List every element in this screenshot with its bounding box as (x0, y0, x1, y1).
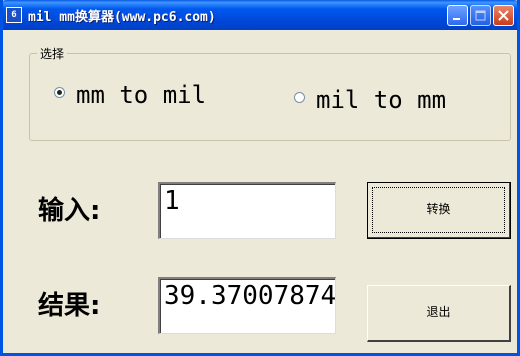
radio-mm-to-mil[interactable] (54, 87, 65, 98)
result-label: 结果: (38, 291, 101, 321)
maximize-icon (475, 10, 486, 21)
result-field[interactable]: 39.37007874 (158, 277, 336, 334)
title-bar[interactable]: 6 mil mm换算器(www.pc6.com) (3, 0, 517, 30)
radio-mil-to-mm-label[interactable]: mil to mm (316, 86, 446, 114)
minimize-button[interactable] (447, 5, 468, 26)
convert-button[interactable]: 转换 (367, 182, 511, 239)
close-icon (498, 10, 509, 21)
focus-rect (372, 187, 505, 233)
exit-button-label: 退出 (426, 305, 451, 319)
app-window: 6 mil mm换算器(www.pc6.com) 选择 mm to mil mi… (0, 0, 520, 356)
pc6-app-icon: 6 (6, 7, 22, 23)
close-button[interactable] (493, 5, 514, 26)
input-label: 输入: (38, 196, 101, 226)
radio-mil-to-mm[interactable] (294, 92, 305, 103)
minimize-icon (453, 18, 460, 20)
groupbox-label: 选择 (37, 45, 68, 62)
maximize-button[interactable] (470, 5, 491, 26)
exit-button[interactable]: 退出 (367, 285, 511, 342)
radio-mm-to-mil-label[interactable]: mm to mil (76, 81, 206, 109)
window-title: mil mm换算器(www.pc6.com) (28, 10, 216, 25)
input-field[interactable]: 1 (158, 182, 336, 239)
